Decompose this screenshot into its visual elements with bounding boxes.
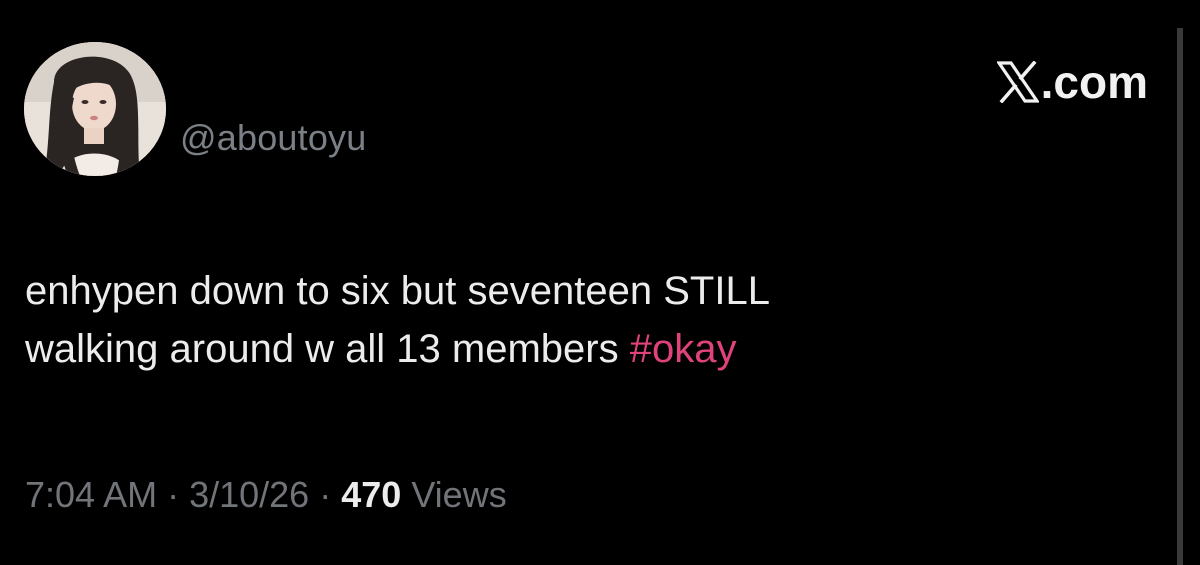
author-handle[interactable]: @aboutoyu bbox=[180, 116, 366, 160]
views-count[interactable]: 470 bbox=[341, 474, 401, 515]
avatar[interactable] bbox=[24, 42, 166, 176]
tweet-time[interactable]: 7:04 AM bbox=[25, 474, 157, 515]
tweet-text: enhypen down to six but seventeen STILL … bbox=[25, 262, 1125, 378]
separator-dot: · bbox=[167, 474, 180, 515]
tweet-line-1: enhypen down to six but seventeen STILL bbox=[25, 269, 770, 313]
brand-label: .com bbox=[1040, 56, 1148, 108]
tweet-date[interactable]: 3/10/26 bbox=[189, 474, 309, 515]
tweet-metadata: 7:04 AM · 3/10/26 · 470 Views bbox=[25, 472, 507, 518]
brand-watermark: .com bbox=[995, 56, 1148, 108]
scrollbar[interactable] bbox=[1177, 28, 1183, 565]
profile-photo bbox=[24, 42, 166, 176]
separator-dot: · bbox=[319, 474, 332, 515]
views-label[interactable]: Views bbox=[411, 474, 506, 515]
tweet-line-2-text: walking around w all 13 members bbox=[25, 327, 630, 371]
hashtag-link[interactable]: #okay bbox=[630, 327, 737, 371]
x-logo-icon bbox=[995, 60, 1040, 104]
tweet-line-2: walking around w all 13 members #okay bbox=[25, 320, 1125, 378]
